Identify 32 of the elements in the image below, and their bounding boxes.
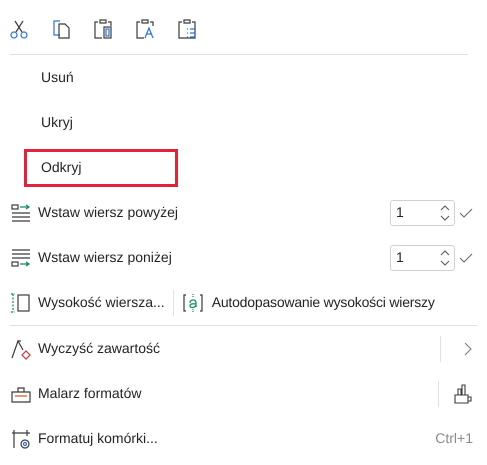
spin-field[interactable]: 1	[390, 244, 455, 270]
menu-item[interactable]: Wyczyść zawartość	[10, 338, 440, 360]
menu-item[interactable]: Malarz formatów	[10, 382, 438, 404]
insert-row-above-icon	[10, 202, 32, 224]
chevron-right-icon[interactable]	[463, 342, 473, 356]
row-height-icon	[10, 292, 32, 314]
spinner-arrows-icon[interactable]	[439, 248, 451, 268]
menu-item[interactable]: Ukryj	[24, 104, 178, 142]
autofit-icon	[182, 292, 204, 314]
check-icon[interactable]	[459, 252, 473, 264]
menu-item[interactable]: Autodopasowanie wysokości wierszy	[182, 292, 435, 314]
check-icon[interactable]	[459, 206, 473, 218]
menu-item-label: Ukryj	[41, 113, 73, 132]
shortcut-text: Ctrl+1	[435, 429, 473, 448]
menu-item-label: Odkryj	[41, 158, 82, 177]
spinner-arrows-icon[interactable]	[439, 202, 451, 222]
menu-item[interactable]: Wstaw wiersz powyżej	[10, 202, 390, 224]
menu-item-label: Usuń	[41, 68, 74, 87]
paste-list-icon[interactable]	[176, 18, 198, 40]
menu-item[interactable]: Usuń	[24, 58, 178, 96]
paste-text-icon[interactable]	[134, 18, 156, 40]
eraser-icon	[10, 338, 32, 360]
insert-row-below-icon	[10, 246, 32, 268]
paintbrush-icon[interactable]	[453, 382, 473, 404]
spin-field[interactable]: 1	[390, 200, 455, 226]
menu-item[interactable]: Formatuj komórki...	[10, 428, 436, 450]
menu-item[interactable]: Wysokość wiersza...	[10, 292, 165, 314]
format-cells-icon	[10, 428, 32, 450]
scissors-icon[interactable]	[8, 18, 30, 40]
paste-icon[interactable]	[92, 18, 114, 40]
menu-item[interactable]: Odkryj	[24, 148, 178, 186]
menu-item[interactable]: Wstaw wiersz poniżej	[10, 246, 390, 268]
